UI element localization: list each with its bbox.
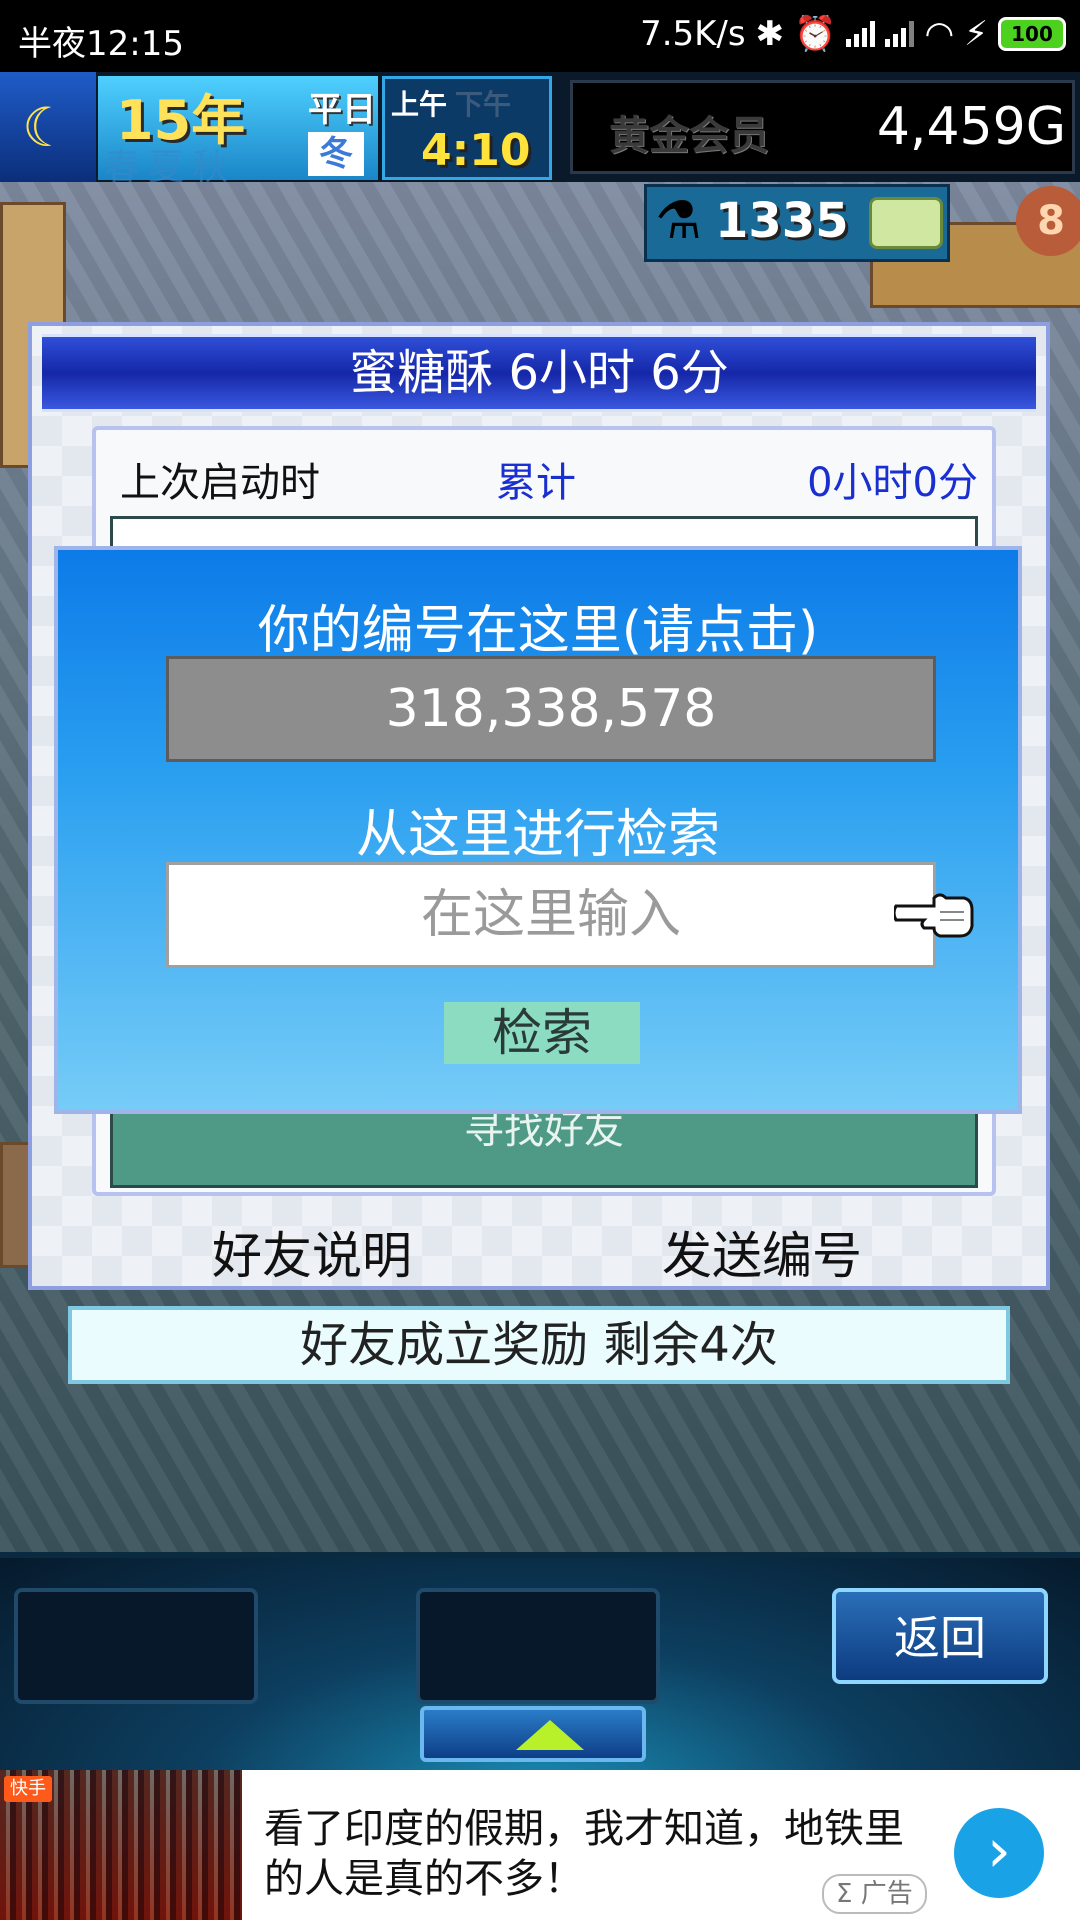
notification-badge[interactable]: 8 — [1016, 186, 1080, 256]
ad-badge[interactable]: Σ 广告 — [822, 1874, 927, 1914]
money-bill-icon — [869, 197, 943, 249]
network-speed: 7.5K/s — [640, 14, 746, 54]
send-id-link[interactable]: 发送编号 — [662, 1216, 862, 1288]
back-button[interactable]: 返回 — [832, 1588, 1048, 1684]
pointing-hand-icon — [894, 893, 974, 938]
member-label: 黄金会员 — [609, 113, 769, 159]
ad-banner[interactable]: 快手 看了印度的假期，我才知道，地铁里的人是真的不多！ Σ 广告 › — [0, 1770, 1080, 1920]
moon-icon: ☾ — [0, 72, 96, 182]
season-label: 冬 — [308, 132, 364, 176]
search-title: 从这里进行检索 — [355, 805, 720, 865]
money-panel: 黄金会员 4,459G — [570, 80, 1075, 174]
last-launch-label: 上次启动时 — [120, 460, 320, 506]
expand-up-button[interactable] — [420, 1706, 646, 1762]
date-panel: 春夏秋 15年 平日 冬 — [98, 76, 378, 188]
research-points: 1335 — [715, 193, 849, 249]
charging-icon: ⚡ — [964, 14, 988, 54]
bluetooth-icon: ✱ — [755, 14, 785, 54]
chevron-right-icon[interactable]: › — [954, 1808, 1044, 1898]
ad-thumbnail[interactable]: 快手 — [0, 1770, 242, 1920]
day-type: 平日 — [308, 90, 376, 130]
status-icons: 7.5K/s ✱ ⏰ ◠ ⚡ 100 — [640, 14, 1066, 54]
flask-icon: ⚗ — [655, 191, 702, 251]
empty-slot-2[interactable] — [416, 1588, 660, 1704]
year-label: 15年 — [116, 89, 246, 152]
alarm-icon: ⏰ — [794, 14, 837, 54]
bottom-control-panel: 返回 — [0, 1552, 1080, 1776]
signal-icon — [885, 21, 915, 47]
gold-amount: 4,459G — [876, 97, 1066, 157]
popup-title: 你的编号在这里(请点击) — [257, 601, 819, 661]
ad-text[interactable]: 看了印度的假期，我才知道，地铁里的人是真的不多！ — [264, 1804, 904, 1904]
friend-id-popup: 你的编号在这里(请点击) 318,338,578 从这里进行检索 检索 — [54, 546, 1022, 1114]
battery-icon: 100 — [998, 17, 1066, 51]
total-label: 累计 — [496, 460, 576, 506]
friend-help-link[interactable]: 好友说明 — [212, 1216, 412, 1288]
total-time-value: 0小时0分 — [807, 460, 978, 506]
am-label: 上午 — [391, 88, 448, 121]
empty-slot-1[interactable] — [14, 1588, 258, 1704]
clock-panel: 上午 下午 4:10 — [382, 76, 552, 180]
player-id-box[interactable]: 318,338,578 — [166, 656, 936, 762]
status-bar: 半夜12:15 7.5K/s ✱ ⏰ ◠ ⚡ 100 — [0, 0, 1080, 72]
wifi-icon: ◠ — [924, 14, 955, 54]
signal-icon — [846, 21, 876, 47]
game-hud: ☾ 春夏秋 15年 平日 冬 上午 下午 4:10 黄金会员 4,459G — [0, 72, 1080, 188]
up-arrow-icon — [516, 1720, 584, 1750]
dialog-title: 蜜糖酥 6小时 6分 — [42, 334, 1036, 412]
research-bar: ⚗ 1335 — [644, 184, 950, 262]
friend-reward-bar: 好友成立奖励 剩余4次 — [68, 1306, 1010, 1384]
pm-label: 下午 — [455, 88, 512, 121]
search-button[interactable]: 检索 — [444, 1002, 640, 1064]
ad-source-label: 快手 — [4, 1776, 52, 1802]
friend-search-input[interactable] — [166, 862, 936, 968]
status-time: 半夜12:15 — [18, 24, 184, 64]
clock-time: 4:10 — [421, 125, 531, 176]
